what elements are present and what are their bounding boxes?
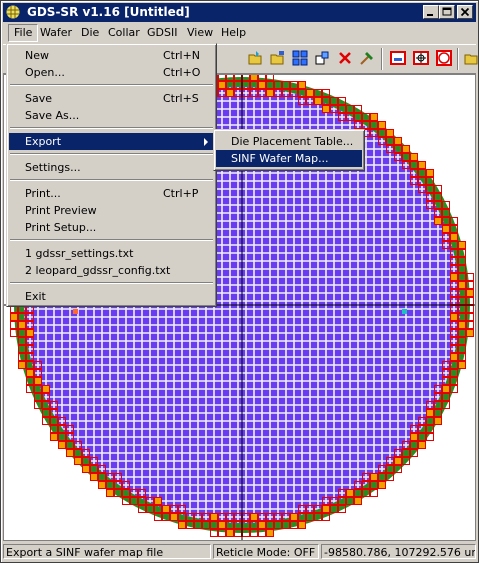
open-folder-icon	[270, 51, 284, 65]
toolbar-folder-button[interactable]	[462, 48, 478, 68]
menu-item-shortcut: Ctrl+P	[163, 187, 199, 200]
menu-item-label: Open...	[25, 66, 65, 79]
delete-icon	[339, 52, 351, 64]
menu-item-label: SINF Wafer Map...	[231, 152, 329, 165]
menu-item-open[interactable]: Open... Ctrl+O	[9, 64, 214, 81]
toolbar-open-button[interactable]	[246, 48, 266, 68]
menu-item-label: Exit	[25, 290, 46, 303]
menu-separator	[10, 84, 213, 86]
menu-item-label: 2 leopard_gdssr_config.txt	[25, 264, 171, 277]
window-title: GDS-SR v1.16 [Untitled]	[27, 5, 190, 19]
menu-gdsii[interactable]: GDSII	[142, 25, 182, 41]
toolbar-separator	[381, 48, 383, 70]
maximize-button[interactable]	[439, 5, 455, 19]
die-target-icon	[413, 51, 429, 65]
status-bar: Export a SINF wafer map file Reticle Mod…	[3, 542, 476, 561]
grid-icon	[292, 50, 308, 66]
toolbar-die-button[interactable]	[388, 48, 408, 68]
file-menu-dropdown: New Ctrl+N Open... Ctrl+O Save Ctrl+S Sa…	[6, 43, 217, 307]
toolbar-grid-button[interactable]	[290, 48, 310, 68]
menu-item-shortcut: Ctrl+N	[163, 49, 201, 62]
minimize-button[interactable]	[423, 5, 439, 19]
die-red-icon	[390, 51, 406, 65]
menu-view[interactable]: View	[182, 25, 218, 41]
toolbar-hammer-button[interactable]	[357, 48, 377, 68]
menu-separator	[10, 153, 213, 155]
menu-item-label: Export	[25, 135, 62, 148]
menu-separator	[10, 127, 213, 129]
menu-separator	[10, 282, 213, 284]
menu-item-shortcut: Ctrl+O	[163, 66, 201, 79]
menu-separator	[10, 239, 213, 241]
menu-item-export[interactable]: Export	[9, 133, 214, 150]
status-coordinates: -98580.786, 107292.576 um	[321, 544, 476, 559]
menu-item-label: Die Placement Table...	[231, 135, 354, 148]
app-icon	[6, 5, 20, 19]
menu-item-settings[interactable]: Settings...	[9, 159, 214, 176]
menu-item-label: New	[25, 49, 49, 62]
menu-item-label: Save	[25, 92, 53, 105]
minimize-icon	[427, 14, 433, 16]
menu-item-label: Save As...	[25, 109, 80, 122]
menu-item-label: Print Preview	[25, 204, 97, 217]
export-submenu: Die Placement Table... SINF Wafer Map...	[213, 129, 365, 171]
submenu-arrow-icon	[204, 138, 208, 146]
toolbar-zoom-button[interactable]	[312, 48, 332, 68]
close-button[interactable]	[457, 5, 473, 19]
menu-separator	[10, 179, 213, 181]
toolbar-die-target-button[interactable]	[411, 48, 431, 68]
menu-help[interactable]: Help	[216, 25, 251, 41]
menu-item-save[interactable]: Save Ctrl+S	[9, 90, 214, 107]
menu-item-label: Print Setup...	[25, 221, 97, 234]
menu-item-recent-1[interactable]: 1 gdssr_settings.txt	[9, 245, 214, 262]
toolbar-delete-button[interactable]	[335, 48, 355, 68]
title-bar[interactable]: GDS-SR v1.16 [Untitled]	[3, 3, 476, 22]
menu-item-label: 1 gdssr_settings.txt	[25, 247, 134, 260]
menu-item-label: Print...	[25, 187, 61, 200]
menu-wafer[interactable]: Wafer	[35, 25, 77, 41]
hammer-icon	[360, 52, 373, 65]
menu-item-new[interactable]: New Ctrl+N	[9, 47, 214, 64]
menu-item-exit[interactable]: Exit	[9, 288, 214, 305]
menu-item-print-setup[interactable]: Print Setup...	[9, 219, 214, 236]
wafer-circle-icon	[436, 50, 452, 66]
menu-item-label: Settings...	[25, 161, 81, 174]
menu-item-print-preview[interactable]: Print Preview	[9, 202, 214, 219]
menu-die[interactable]: Die	[76, 25, 104, 41]
menu-item-shortcut: Ctrl+S	[163, 92, 199, 105]
menu-bar: File Wafer Die Collar GDSII View Help	[3, 23, 476, 43]
toolbar-wafer-button[interactable]	[434, 48, 454, 68]
toolbar-separator	[457, 48, 459, 70]
app-window: GDS-SR v1.16 [Untitled] File Wafer Die C…	[0, 0, 479, 563]
menu-item-recent-2[interactable]: 2 leopard_gdssr_config.txt	[9, 262, 214, 279]
menu-item-print[interactable]: Print... Ctrl+P	[9, 185, 214, 202]
alignment-marker-right	[402, 309, 407, 314]
zoom-icon	[315, 51, 329, 65]
menu-item-die-placement-table[interactable]: Die Placement Table...	[216, 133, 362, 150]
menu-collar[interactable]: Collar	[103, 25, 145, 41]
status-reticle-mode: Reticle Mode: OFF	[213, 544, 319, 559]
menu-item-save-as[interactable]: Save As...	[9, 107, 214, 124]
toolbar-import-button[interactable]	[268, 48, 288, 68]
menu-file[interactable]: File	[8, 24, 39, 42]
maximize-icon	[442, 7, 452, 16]
status-message: Export a SINF wafer map file	[3, 544, 211, 559]
alignment-marker-left	[73, 309, 78, 314]
open-folder-icon	[248, 51, 262, 65]
menu-item-sinf-wafer-map[interactable]: SINF Wafer Map...	[216, 150, 362, 167]
folder-icon	[464, 54, 478, 65]
close-icon	[460, 7, 470, 17]
